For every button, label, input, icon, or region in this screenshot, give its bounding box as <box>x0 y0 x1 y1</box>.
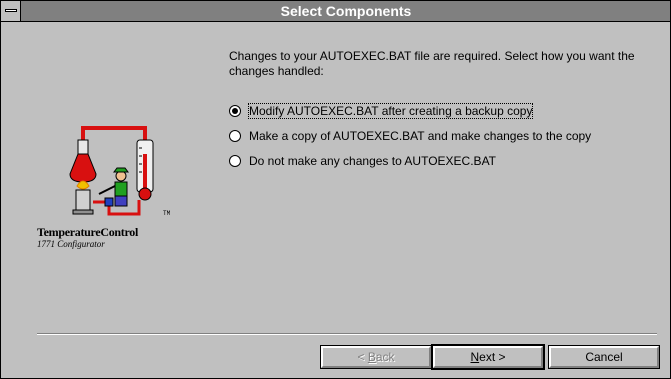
radio-button[interactable] <box>229 155 241 167</box>
option-make-copy[interactable]: Make a copy of AUTOEXEC.BAT and make cha… <box>229 128 591 144</box>
thermometer-bulb <box>138 187 152 201</box>
thermometer-fill <box>143 154 147 190</box>
back-button[interactable]: < Back <box>320 345 432 369</box>
burner-base <box>72 209 94 215</box>
back-button-prefix: < <box>357 350 368 364</box>
back-button-accel: B <box>367 350 376 364</box>
dialog-window: Select Components Changes to your AUTOEX… <box>0 0 671 379</box>
flask-icon <box>69 153 97 183</box>
flask-neck <box>77 139 89 155</box>
option-no-changes[interactable]: Do not make any changes to AUTOEXEC.BAT <box>229 153 496 169</box>
trademark-mark: TM <box>163 210 171 217</box>
next-button-accel: N <box>470 350 480 364</box>
next-button-rest: ext > <box>479 350 506 364</box>
system-menu-icon <box>5 9 17 12</box>
option-label: Do not make any changes to AUTOEXEC.BAT <box>249 154 497 168</box>
burner-icon <box>75 189 91 211</box>
system-menu-button[interactable] <box>1 1 21 21</box>
option-modify-with-backup[interactable]: Modify AUTOEXEC.BAT after creating a bac… <box>229 103 534 119</box>
next-button[interactable]: Next > <box>431 344 545 370</box>
option-label: Modify AUTOEXEC.BAT after creating a bac… <box>247 103 534 119</box>
valve-icon <box>104 197 114 207</box>
instruction-text: Changes to your AUTOEXEC.BAT file are re… <box>229 49 635 78</box>
product-subtitle: 1771 Configurator <box>37 239 105 249</box>
temperature-control-logo <box>69 126 154 216</box>
separator-line <box>37 333 657 335</box>
cancel-button[interactable]: Cancel <box>548 345 660 369</box>
radio-button[interactable] <box>229 130 241 142</box>
pipe-icon <box>81 126 147 162</box>
title-bar: Select Components <box>1 1 670 22</box>
product-name: TemperatureControl <box>37 225 139 239</box>
radio-button-selected[interactable] <box>229 105 241 117</box>
option-label: Make a copy of AUTOEXEC.BAT and make cha… <box>249 129 592 143</box>
window-title: Select Components <box>280 3 412 19</box>
back-button-rest: ack <box>375 350 395 364</box>
